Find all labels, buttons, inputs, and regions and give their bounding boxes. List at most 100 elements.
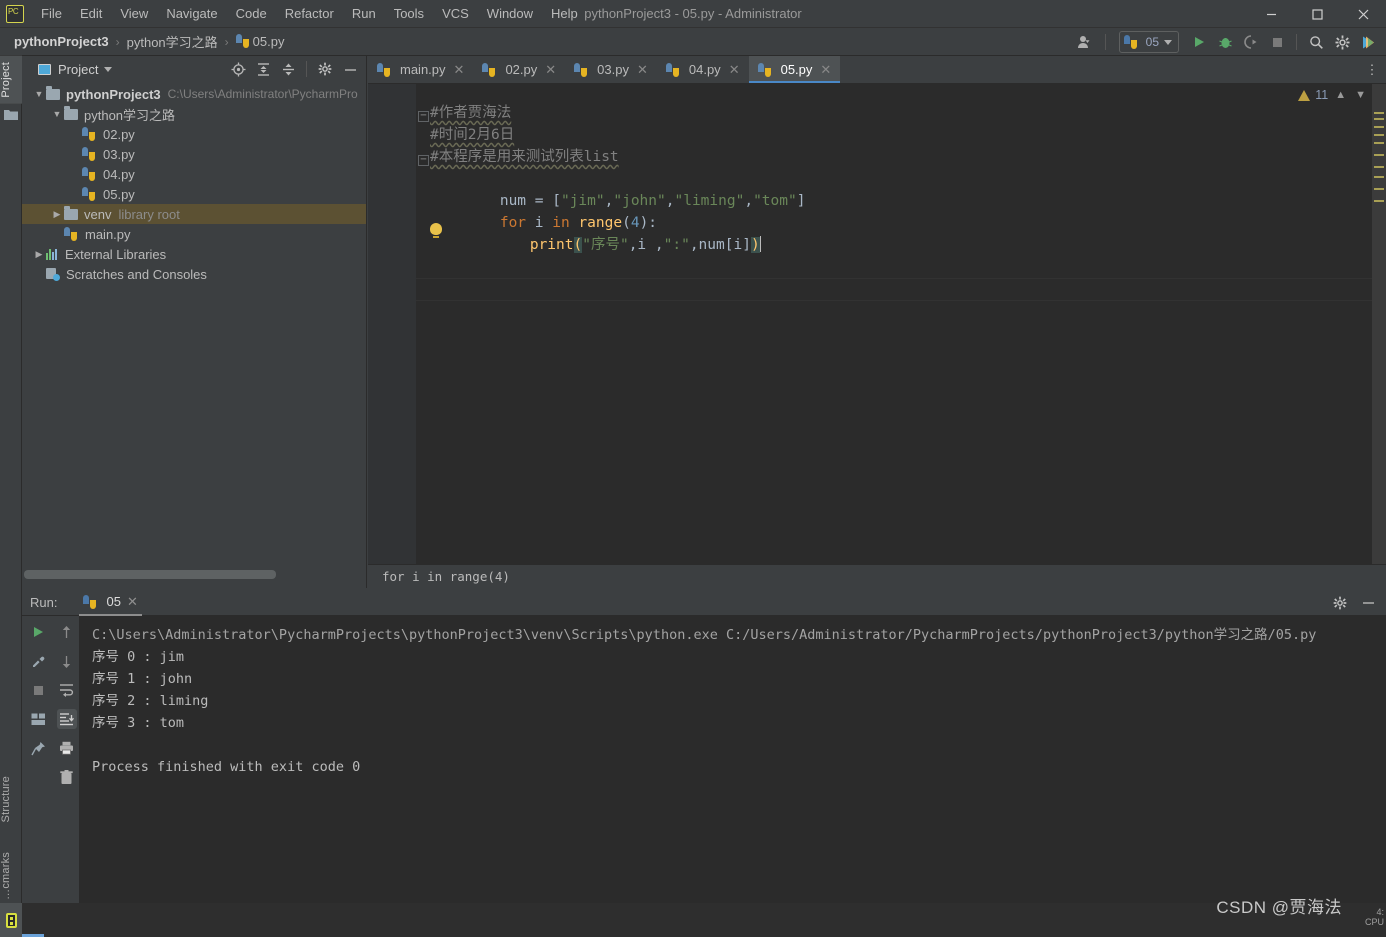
close-tab-icon[interactable]: ✕ xyxy=(545,62,556,78)
chevron-down-icon[interactable]: ▼ xyxy=(32,89,46,99)
close-button[interactable] xyxy=(1340,0,1386,28)
editor-tab-04py[interactable]: 04.py ✕ xyxy=(657,56,749,83)
modify-run-configuration-icon[interactable] xyxy=(28,651,48,671)
chevron-right-icon[interactable]: ▶ xyxy=(50,209,64,220)
code-editor[interactable]: 1 2 3 4 5 6 ─ ─ #作者贾海法 #时间2月6日 #本程序是用来测试… xyxy=(368,84,1386,588)
down-arrow-icon[interactable] xyxy=(57,651,77,671)
tree-node-mainpy[interactable]: main.py xyxy=(22,224,366,244)
python-file-icon xyxy=(757,62,771,77)
inspection-marker[interactable] xyxy=(1374,154,1384,156)
stop-square-icon[interactable] xyxy=(1265,30,1289,54)
run-configuration-selector[interactable]: 05 xyxy=(1118,31,1179,53)
minimize-button[interactable] xyxy=(1248,0,1294,28)
menu-refactor[interactable]: Refactor xyxy=(276,2,343,25)
inspection-marker[interactable] xyxy=(1374,176,1384,178)
inspection-marker[interactable] xyxy=(1374,200,1384,202)
jetbrains-toolbox-icon[interactable] xyxy=(1356,30,1380,54)
editor-tab-03py[interactable]: 03.py ✕ xyxy=(565,56,657,83)
clear-all-icon[interactable] xyxy=(57,767,77,787)
menu-window[interactable]: Window xyxy=(478,2,542,25)
menu-view[interactable]: View xyxy=(111,2,157,25)
breadcrumb-project[interactable]: pythonProject3 xyxy=(14,34,109,49)
menu-run[interactable]: Run xyxy=(343,2,385,25)
inspection-widget[interactable]: 11 ▲ ▼ xyxy=(1298,88,1368,102)
breadcrumb-file[interactable]: 05.py xyxy=(235,34,284,49)
breadcrumb-folder[interactable]: python学习之路 xyxy=(127,32,218,51)
expand-all-icon[interactable] xyxy=(251,57,275,81)
sidebar-item-project[interactable]: Project xyxy=(0,56,22,104)
scroll-to-end-icon[interactable] xyxy=(56,709,77,729)
console-line: 序号 3 : tom xyxy=(92,715,185,731)
editor-breadcrumb-text[interactable]: for i in range(4) xyxy=(382,569,510,584)
fold-marker-icon[interactable]: ─ xyxy=(418,155,429,166)
menu-edit[interactable]: Edit xyxy=(71,2,111,25)
tree-node-external-libraries[interactable]: ▶ External Libraries xyxy=(22,244,366,264)
more-options-icon[interactable]: ⋮ xyxy=(1362,60,1382,80)
run-with-coverage-icon[interactable] xyxy=(1239,30,1263,54)
project-horizontal-scrollbar[interactable] xyxy=(22,570,367,580)
menu-tools[interactable]: Tools xyxy=(385,2,433,25)
up-arrow-icon[interactable] xyxy=(57,622,77,642)
stop-process-icon[interactable] xyxy=(28,680,48,700)
menu-vcs[interactable]: VCS xyxy=(433,2,478,25)
rerun-play-icon[interactable] xyxy=(28,622,48,642)
debug-bug-icon[interactable] xyxy=(1213,30,1237,54)
hide-run-panel-icon[interactable] xyxy=(1356,591,1380,615)
inspection-marker[interactable] xyxy=(1374,142,1384,144)
close-tab-icon[interactable]: ✕ xyxy=(729,62,740,78)
tree-node-02py[interactable]: 02.py xyxy=(22,124,366,144)
pin-tab-icon[interactable] xyxy=(28,738,48,758)
inspection-marker[interactable] xyxy=(1374,126,1384,128)
run-tab-05[interactable]: 05 ✕ xyxy=(79,591,143,616)
tree-node-venv[interactable]: ▶ venv library root xyxy=(22,204,366,224)
title-bar: File Edit View Navigate Code Refactor Ru… xyxy=(0,0,1386,28)
editor-tab-mainpy[interactable]: main.py ✕ xyxy=(368,56,473,83)
tree-node-04py[interactable]: 04.py xyxy=(22,164,366,184)
close-tab-icon[interactable]: ✕ xyxy=(454,62,465,78)
chevron-down-icon[interactable]: ▼ xyxy=(50,109,64,119)
run-settings-gear-icon[interactable] xyxy=(1328,591,1352,615)
memory-indicator[interactable] xyxy=(0,903,22,937)
close-tab-icon[interactable]: ✕ xyxy=(820,62,831,78)
tree-node-pythonproject3[interactable]: ▼ pythonProject3 C:\Users\Administrator\… xyxy=(22,84,366,104)
close-run-tab-icon[interactable]: ✕ xyxy=(127,594,138,610)
select-opened-file-icon[interactable] xyxy=(226,57,250,81)
editor-tab-02py[interactable]: 02.py ✕ xyxy=(473,56,565,83)
close-tab-icon[interactable]: ✕ xyxy=(637,62,648,78)
collapse-all-icon[interactable] xyxy=(276,57,300,81)
tree-node-05py[interactable]: 05.py xyxy=(22,184,366,204)
run-play-icon[interactable] xyxy=(1187,30,1211,54)
inspection-marker[interactable] xyxy=(1374,118,1384,120)
inspection-marker[interactable] xyxy=(1374,188,1384,190)
search-magnifier-icon[interactable] xyxy=(1304,30,1328,54)
run-console-output[interactable]: C:\Users\Administrator\PycharmProjects\p… xyxy=(80,616,1386,903)
fold-marker-icon[interactable]: ─ xyxy=(418,111,429,122)
chevron-up-icon[interactable]: ▲ xyxy=(1333,89,1348,101)
hide-panel-icon[interactable] xyxy=(338,57,362,81)
sidebar-item-structure[interactable]: Structure xyxy=(0,770,22,828)
inspection-marker[interactable] xyxy=(1374,112,1384,114)
chevron-down-icon[interactable] xyxy=(104,66,113,72)
tree-node-03py[interactable]: 03.py xyxy=(22,144,366,164)
menu-file[interactable]: File xyxy=(32,2,71,25)
settings-gear-icon[interactable] xyxy=(313,57,337,81)
show-layout-icon[interactable] xyxy=(28,709,48,729)
menu-help[interactable]: Help xyxy=(542,2,587,25)
tree-node-python-study-path[interactable]: ▼ python学习之路 xyxy=(22,104,366,124)
menu-navigate[interactable]: Navigate xyxy=(157,2,226,25)
sidebar-item-bookmarks[interactable]: …cmarks xyxy=(0,846,22,906)
soft-wrap-icon[interactable] xyxy=(57,680,77,700)
chevron-down-icon[interactable]: ▼ xyxy=(1353,89,1368,101)
tree-node-scratches-and-consoles[interactable]: Scratches and Consoles xyxy=(22,264,366,284)
chevron-right-icon[interactable]: ▶ xyxy=(32,249,46,260)
menu-code[interactable]: Code xyxy=(227,2,276,25)
inspection-markers-strip[interactable] xyxy=(1372,84,1386,588)
maximize-button[interactable] xyxy=(1294,0,1340,28)
editor-gutter[interactable] xyxy=(368,84,416,588)
print-icon[interactable] xyxy=(57,738,77,758)
gear-settings-icon[interactable] xyxy=(1330,30,1354,54)
inspection-marker[interactable] xyxy=(1374,134,1384,136)
editor-tab-05py[interactable]: 05.py ✕ xyxy=(748,56,841,83)
user-avatar-icon[interactable] xyxy=(1074,30,1098,54)
inspection-marker[interactable] xyxy=(1374,166,1384,168)
